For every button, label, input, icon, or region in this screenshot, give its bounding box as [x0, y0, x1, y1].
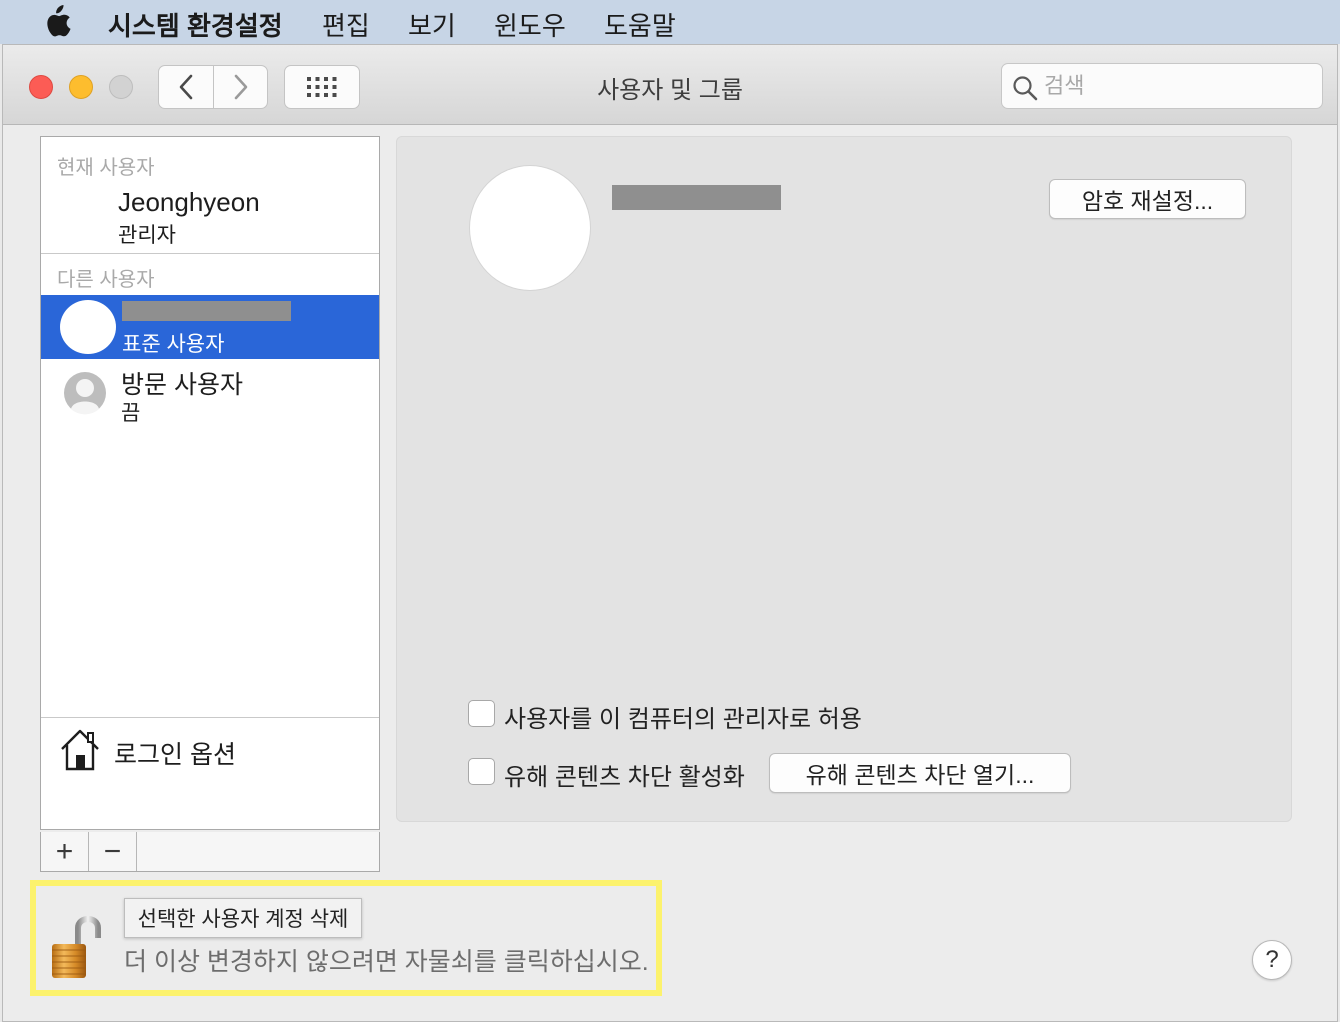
- open-lock-icon[interactable]: [50, 914, 102, 980]
- selected-user-role: 표준 사용자: [122, 333, 225, 356]
- user-picture[interactable]: [469, 165, 591, 291]
- parental-controls-checkbox[interactable]: [468, 758, 495, 785]
- lock-message: 더 이상 변경하지 않으려면 자물쇠를 클릭하십시오.: [124, 948, 649, 976]
- menu-bar: 시스템 환경설정 편집 보기 윈도우 도움말: [0, 0, 1340, 44]
- avatar: [60, 300, 116, 354]
- house-icon: [61, 729, 99, 771]
- current-user-role: 관리자: [118, 224, 176, 247]
- user-list: 현재 사용자 Jeonghyeon 관리자 다른 사용자 표준 사용자 방문 사…: [40, 136, 380, 830]
- menu-app-name[interactable]: 시스템 환경설정: [108, 6, 283, 43]
- other-users-header: 다른 사용자: [57, 269, 155, 291]
- menu-view[interactable]: 보기: [408, 6, 456, 43]
- remove-user-button[interactable]: −: [89, 832, 137, 871]
- add-user-button[interactable]: +: [41, 832, 89, 871]
- guest-user-name: 방문 사용자: [121, 371, 243, 399]
- open-parental-controls-button[interactable]: 유해 콘텐츠 차단 열기...: [769, 753, 1071, 793]
- guest-user-status: 끔: [121, 402, 141, 425]
- redacted-full-name: [612, 185, 781, 210]
- allow-admin-label: 사용자를 이 컴퓨터의 관리자로 허용: [504, 706, 862, 733]
- parental-controls-label: 유해 콘텐츠 차단 활성화: [504, 764, 745, 791]
- search-input[interactable]: [1044, 72, 1304, 100]
- user-detail-panel: 암호 재설정... 사용자를 이 컴퓨터의 관리자로 허용 유해 콘텐츠 차단 …: [396, 136, 1292, 822]
- current-user-name: Jeonghyeon: [118, 187, 260, 217]
- apple-logo-icon[interactable]: [40, 5, 72, 39]
- reset-password-button[interactable]: 암호 재설정...: [1049, 179, 1246, 219]
- current-users-header: 현재 사용자: [57, 157, 155, 179]
- login-options-divider: [41, 717, 379, 718]
- title-bar: 사용자 및 그룹: [3, 45, 1337, 125]
- list-toolbar: + −: [40, 832, 380, 872]
- menu-window[interactable]: 윈도우: [494, 6, 566, 43]
- search-field[interactable]: [1001, 63, 1323, 109]
- guest-avatar-icon: [64, 372, 106, 415]
- selected-user-row[interactable]: 표준 사용자: [41, 295, 379, 359]
- login-options-label: 로그인 옵션: [114, 741, 236, 769]
- section-divider: [41, 253, 379, 254]
- delete-user-tooltip: 선택한 사용자 계정 삭제: [124, 898, 362, 938]
- help-button[interactable]: ?: [1252, 940, 1292, 980]
- menu-help[interactable]: 도움말: [604, 6, 676, 43]
- redacted-user-name: [122, 301, 291, 321]
- allow-admin-checkbox[interactable]: [468, 700, 495, 727]
- menu-edit[interactable]: 편집: [322, 6, 370, 43]
- search-icon: [1013, 76, 1038, 101]
